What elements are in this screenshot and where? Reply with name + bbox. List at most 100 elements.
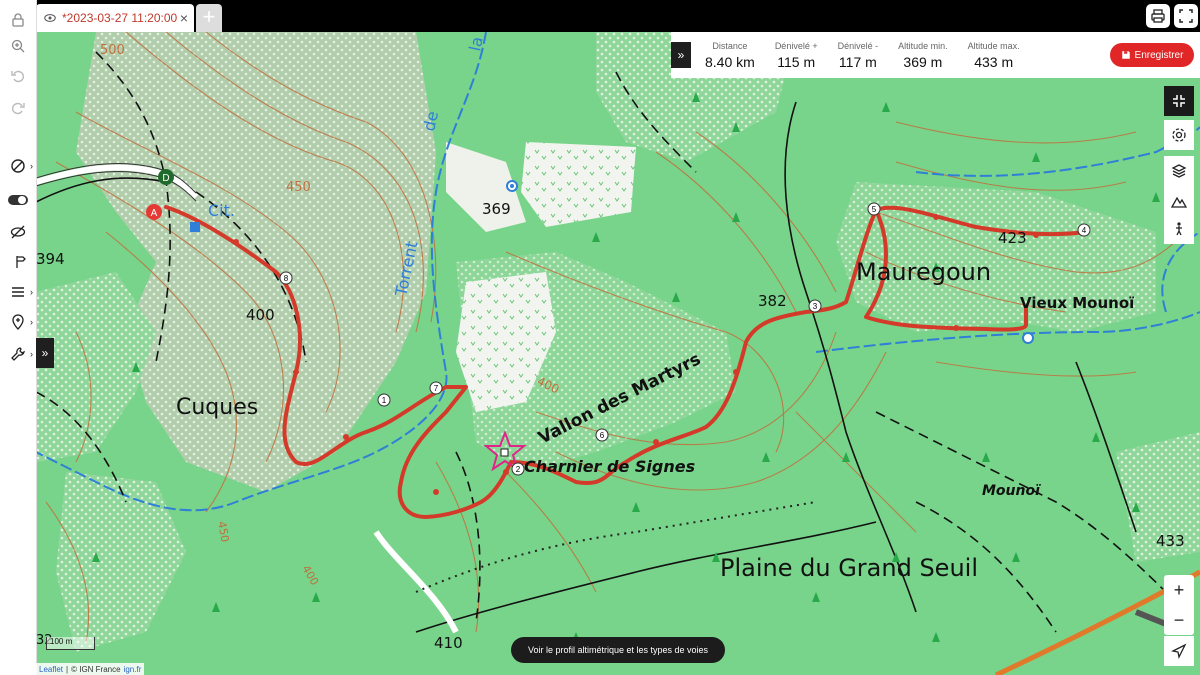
add-pin-button[interactable]: ›: [0, 310, 36, 334]
ign-link[interactable]: ign.fr: [124, 665, 142, 674]
menu-button[interactable]: ›: [0, 280, 36, 304]
tab-active[interactable]: *2023-03-27 11:20:00 ×: [36, 4, 194, 32]
stat-elevation-loss: Dénivelé -117 m: [837, 40, 879, 70]
tab-close-button[interactable]: ×: [180, 10, 188, 26]
svg-text:8: 8: [284, 274, 289, 283]
stat-distance: Distance 8.40 km: [705, 40, 755, 70]
waypoint-3[interactable]: 3: [808, 299, 822, 313]
zoom-in-button[interactable]: +: [1164, 575, 1194, 605]
map-attribution: Leaflet | © IGN France ign.fr: [36, 663, 145, 675]
zoom-control: + −: [1164, 575, 1194, 635]
map-label-cit: Cit.: [208, 201, 235, 220]
stat-altitude-max: Altitude max. 433 m: [967, 40, 1020, 70]
pin-icon: [12, 314, 24, 330]
signpost-icon: [16, 256, 26, 268]
svg-text:2: 2: [516, 465, 521, 474]
map-label-vieux-mounoi: Vieux Mounoï: [1020, 294, 1134, 312]
hiker-icon: [1176, 222, 1182, 236]
map-label-mauregoun: Mauregoun: [856, 258, 991, 286]
visibility-toggle[interactable]: [0, 220, 36, 244]
redo-icon: [12, 102, 25, 115]
alt-label-433: 433: [1156, 532, 1185, 550]
zoom-plus-icon: [11, 39, 25, 53]
waypoint-1[interactable]: 1: [377, 393, 391, 407]
route-icon: [11, 159, 25, 173]
svg-text:1: 1: [382, 396, 387, 405]
alt-label-400-w: 400: [246, 306, 275, 324]
left-panel-expand-button[interactable]: »: [36, 338, 54, 368]
wrench-icon: [11, 347, 25, 361]
map-label-de: de: [419, 109, 442, 133]
leaflet-link[interactable]: Leaflet: [39, 665, 63, 674]
waypoint-8[interactable]: 8: [279, 271, 293, 285]
map-canvas[interactable]: Cuques Mauregoun Vieux Mounoï Vallon des…: [36, 32, 1200, 675]
snap-toggle[interactable]: [0, 188, 36, 212]
settings-icon: [1172, 128, 1186, 142]
gps-icon: [1171, 643, 1187, 659]
alt-label-382: 382: [758, 292, 787, 310]
stat-altitude-min: Altitude min. 369 m: [898, 40, 948, 70]
add-tab-button[interactable]: +: [196, 4, 222, 32]
waypoint-2[interactable]: 2: [511, 462, 525, 476]
elevation-profile-button[interactable]: Voir le profil altimétrique et les types…: [511, 637, 725, 663]
signpost-button[interactable]: [0, 250, 36, 274]
stat-elevation-gain: Dénivelé +115 m: [774, 40, 818, 70]
alt-label-394: 394: [36, 250, 65, 268]
print-icon: [1151, 9, 1165, 23]
stats-expand-button[interactable]: »: [671, 42, 691, 68]
waypoint-4[interactable]: 4: [1077, 223, 1091, 237]
svg-text:4: 4: [1082, 226, 1087, 235]
waypoint-5[interactable]: 5: [867, 202, 881, 216]
zoom-selection-button[interactable]: [0, 34, 36, 58]
lock-button[interactable]: [0, 8, 36, 32]
start-marker[interactable]: A: [146, 204, 162, 220]
tab-title: *2023-03-27 11:20:00: [62, 11, 178, 25]
route-mode-button[interactable]: ›: [0, 154, 36, 178]
menu-icon: [12, 287, 24, 297]
map-label-charnier: Charnier de Signes: [524, 457, 695, 476]
svg-text:6: 6: [600, 431, 605, 440]
alt-label-410: 410: [434, 634, 463, 652]
alt-label-450: 450: [286, 180, 311, 195]
collapse-icon: [1173, 95, 1185, 107]
settings-button[interactable]: [1164, 120, 1194, 150]
zoom-out-button[interactable]: −: [1164, 605, 1194, 635]
elevation-button[interactable]: [1164, 186, 1194, 216]
save-button[interactable]: Enregistrer: [1110, 43, 1194, 67]
lock-icon: [12, 13, 24, 27]
collapse-button[interactable]: [1164, 86, 1194, 116]
end-marker[interactable]: D: [158, 169, 174, 185]
locate-button[interactable]: [1164, 636, 1194, 666]
eye-off-icon: [10, 225, 26, 239]
save-icon: [1121, 51, 1130, 59]
alt-label-369: 369: [482, 200, 511, 218]
map-view[interactable]: Cuques Mauregoun Vieux Mounoï Vallon des…: [36, 32, 1200, 675]
map-label-mounoi: Mounoï: [982, 483, 1041, 499]
start-marker-label: A: [151, 208, 158, 219]
svg-text:5: 5: [872, 205, 877, 214]
scale-bar: 100 m: [46, 637, 95, 650]
undo-icon: [11, 70, 24, 83]
toggle-icon: [8, 195, 28, 205]
alt-label-500: 500: [100, 43, 125, 58]
eye-icon: [44, 14, 56, 22]
waypoint-6[interactable]: 6: [595, 428, 609, 442]
alt-label-423: 423: [998, 229, 1027, 247]
svg-text:3: 3: [813, 302, 818, 311]
layers-button[interactable]: [1164, 156, 1194, 186]
map-label-plaine: Plaine du Grand Seuil: [720, 554, 978, 582]
tools-button[interactable]: ›: [0, 342, 36, 366]
waypoint-7[interactable]: 7: [429, 381, 443, 395]
map-label-cuques: Cuques: [176, 395, 258, 420]
fullscreen-button[interactable]: [1174, 4, 1198, 28]
hiker-button[interactable]: [1164, 214, 1194, 244]
left-toolbar: › › › ›: [0, 0, 37, 675]
fullscreen-icon: [1179, 9, 1193, 23]
undo-button[interactable]: [0, 64, 36, 88]
elevation-icon: [1171, 196, 1187, 208]
redo-button[interactable]: [0, 96, 36, 120]
end-marker-label: D: [162, 173, 169, 184]
layers-icon: [1171, 164, 1187, 178]
print-button[interactable]: [1146, 4, 1170, 28]
svg-text:7: 7: [434, 384, 439, 393]
